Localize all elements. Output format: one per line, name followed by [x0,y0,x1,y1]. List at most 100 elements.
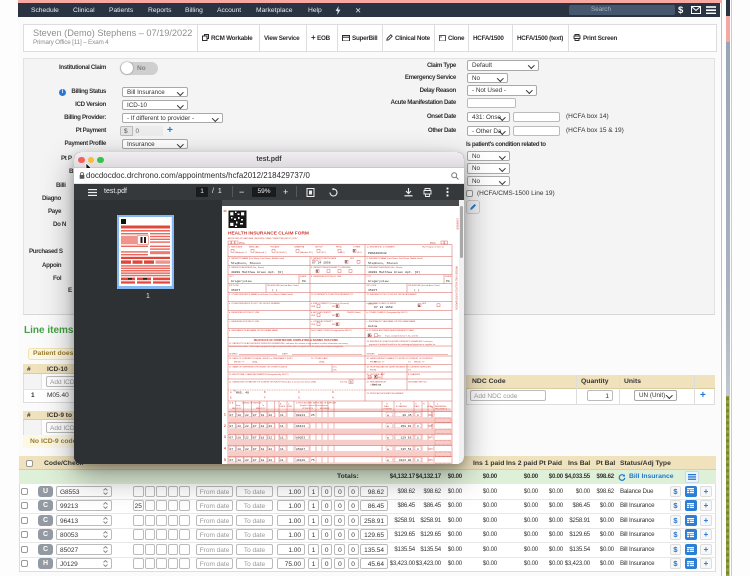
svg-text:2. PATIENT'S NAME (Last Name,: 2. PATIENT'S NAME (Last Name, First Name… [229,257,284,260]
svg-text:Gregoryview: Gregoryview [368,278,389,282]
svg-text:MM DD YY: MM DD YY [232,408,242,410]
svg-text:From: From [236,404,241,407]
svg-text:( ): ( ) [414,287,420,291]
svg-text:PROVIDER ID. #: PROVIDER ID. # [435,408,450,410]
svg-text:Gregoryview: Gregoryview [231,278,252,282]
svg-text:C.: C. [298,391,301,394]
svg-text:STATE: STATE [445,275,452,278]
svg-text:d. INSURANCE PLAN NAME OR PROG: d. INSURANCE PLAN NAME OR PROGRAM NAME [229,329,278,332]
svg-text:D.: D. [332,391,335,394]
svg-text:12. PATIENT'S OR AUTHORIZED PE: 12. PATIENT'S OR AUTHORIZED PERSON'S SIG… [229,342,349,345]
svg-text:2: 2 [224,423,226,427]
svg-text:a. OTHER INSURED'S POLICY OR G: a. OTHER INSURED'S POLICY OR GROUP NUMBE… [229,303,280,305]
svg-text:ICD Ind.: ICD Ind. [340,381,348,383]
svg-text:14. DATE OF CURRENT ILLNESS, I: 14. DATE OF CURRENT ILLNESS, INJURY, or … [229,357,293,360]
svg-text:FROM: FROM [370,369,376,371]
svg-text:(Explain Unusual Circumstances: (Explain Unusual Circumstances) [300,404,328,407]
svg-text:35077: 35077 [231,287,240,291]
svg-text:PLACE (State): PLACE (State) [347,311,361,314]
svg-text:4: 4 [224,446,226,450]
svg-text:15. OTHER DATE: 15. OTHER DATE [311,357,328,360]
svg-text:35077: 35077 [368,287,377,291]
svg-text:d. IS THERE ANOTHER HEALTH BEN: d. IS THERE ANOTHER HEALTH BENEFIT PLAN? [367,329,415,332]
svg-text:24. A.: 24. A. [229,401,234,404]
svg-text:a. EMPLOYMENT? (Current or Pre: a. EMPLOYMENT? (Current or Previous) [311,302,349,305]
svg-text:75: 75 [311,459,315,462]
svg-text:23. PRIOR AUTHORIZATION NUMBER: 23. PRIOR AUTHORIZATION NUMBER [367,392,404,395]
svg-text:NO: NO [332,315,336,317]
svg-text:NO: NO [378,377,382,379]
svg-text:b. RESERVED FOR NUCC USE: b. RESERVED FOR NUCC USE [229,312,260,314]
svg-text:NPI: NPI [429,459,433,462]
svg-text:(Medicare #): (Medicare #) [235,250,247,253]
svg-text:1. MEDICARE: 1. MEDICARE [229,245,243,248]
svg-text:TELEPHONE (Include Area Code): TELEPHONE (Include Area Code) [408,284,440,287]
svg-text:G.: G. [298,396,301,399]
svg-text:11. INSURED'S POLICY GROUP OR: 11. INSURED'S POLICY GROUP OR FECA NUMBE… [367,293,418,296]
svg-text:MEDICAID: MEDICAID [249,245,260,248]
svg-text:3: 3 [224,435,226,439]
svg-text:c. OTHER ACCIDENT?: c. OTHER ACCIDENT? [311,320,334,323]
svg-text:NO: NO [378,335,382,337]
svg-text:(ID#): (ID#) [321,251,326,253]
svg-text:Stephens, Steven: Stephens, Steven [231,260,261,264]
svg-text:Aetna: Aetna [372,382,381,386]
svg-text:PA: PA [302,278,306,282]
svg-text:YES: YES [311,306,316,308]
svg-text:10d. CLAIM CODES (Designated b: 10d. CLAIM CODES (Designated by NUCC) [311,329,352,332]
svg-text:ZIP CODE: ZIP CODE [367,285,377,287]
svg-text:TRICARE: TRICARE [270,245,280,248]
svg-text:APPROVED BY NATIONAL UNIFORM C: APPROVED BY NATIONAL UNIFORM CLAIM COMMI… [228,236,298,239]
svg-text:7. INSURED'S ADDRESS (No., Str: 7. INSURED'S ADDRESS (No., Street) [367,266,403,269]
svg-text:HEALTH INSURANCE CLAIM FORM: HEALTH INSURANCE CLAIM FORM [228,230,309,236]
svg-text:c. RESERVED FOR NUCC USE: c. RESERVED FOR NUCC USE [229,321,260,323]
svg-text:ZIP CODE: ZIP CODE [229,285,239,287]
svg-text:DAYS: DAYS [415,405,421,408]
svg-text:E.: E. [230,396,233,399]
svg-text:49891 Matthew Green Apt. [8]: 49891 Matthew Green Apt. [8] [231,269,283,273]
svg-text:DATE: DATE [282,352,288,355]
svg-text:TO: TO [408,361,411,363]
svg-text:YES: YES [311,315,316,317]
svg-text:17. NAME OF REFERRING PROVIDER: 17. NAME OF REFERRING PROVIDER OR OTHER … [229,365,288,368]
svg-text:TO: TO [408,369,411,371]
svg-text:(Member ID#): (Member ID#) [300,250,313,253]
svg-text:9. OTHER INSURED'S NAME (Last: 9. OTHER INSURED'S NAME (Last Name, Firs… [229,293,293,296]
svg-text:MM DD YY: MM DD YY [368,303,378,305]
svg-text:payment of medical benefits to: payment of medical benefits to the under… [369,343,435,346]
svg-text:NO: NO [332,324,336,326]
svg-text:READ BACK OF FORM BEFORE COMPL: READ BACK OF FORM BEFORE COMPLETING & SI… [254,338,339,341]
svg-text:EMG: EMG [288,406,293,408]
svg-text:NPI: NPI [429,413,433,416]
svg-text:17b.: 17b. [333,369,337,371]
svg-text:STATE: STATE [300,275,307,278]
svg-text:5. PATIENT'S ADDRESS (No., Str: 5. PATIENT'S ADDRESS (No., Street) [229,266,264,269]
svg-text:FROM: FROM [370,361,376,363]
svg-text:ORIGINAL REF. NO.: ORIGINAL REF. NO. [408,380,428,383]
svg-text:( ): ( ) [272,287,278,291]
svg-text:c. INSURANCE PLAN NAME OR PROG: c. INSURANCE PLAN NAME OR PROGRAM NAME [367,320,416,323]
svg-text:(Medicaid #): (Medicaid #) [255,251,267,253]
svg-text:$ CHARGES: $ CHARGES [408,373,421,376]
svg-text:SIGNED: SIGNED [229,353,238,355]
svg-text:PLACE: PLACE [279,405,286,408]
svg-text:FECA: FECA [336,245,342,248]
svg-text:MM DD YY: MM DD YY [414,361,425,363]
svg-text:NPI: NPI [429,447,433,450]
svg-text:YES: YES [368,377,373,379]
svg-text:A.: A. [230,391,233,394]
svg-text:NPI: NPI [429,436,433,439]
svg-text:17a.: 17a. [333,366,337,368]
svg-text:b. AUTO ACCIDENT?: b. AUTO ACCIDENT? [311,311,332,314]
svg-text:1: 1 [224,412,226,416]
svg-text:SIGNED: SIGNED [367,353,376,355]
svg-text:QUAL.: QUAL. [319,360,326,363]
svg-text:NO: NO [332,306,336,308]
svg-text:PRAKI06642: PRAKI06642 [368,251,387,255]
svg-text:POINTER: POINTER [384,408,393,410]
svg-text:B.: B. [264,391,267,394]
svg-text:SEX: SEX [422,303,427,305]
svg-text:To: To [262,405,264,407]
svg-text:$ CHARGES: $ CHARGES [396,405,408,408]
svg-text:10. IS PATIENT'S CONDITION REL: 10. IS PATIENT'S CONDITION RELATED TO: [311,293,354,296]
